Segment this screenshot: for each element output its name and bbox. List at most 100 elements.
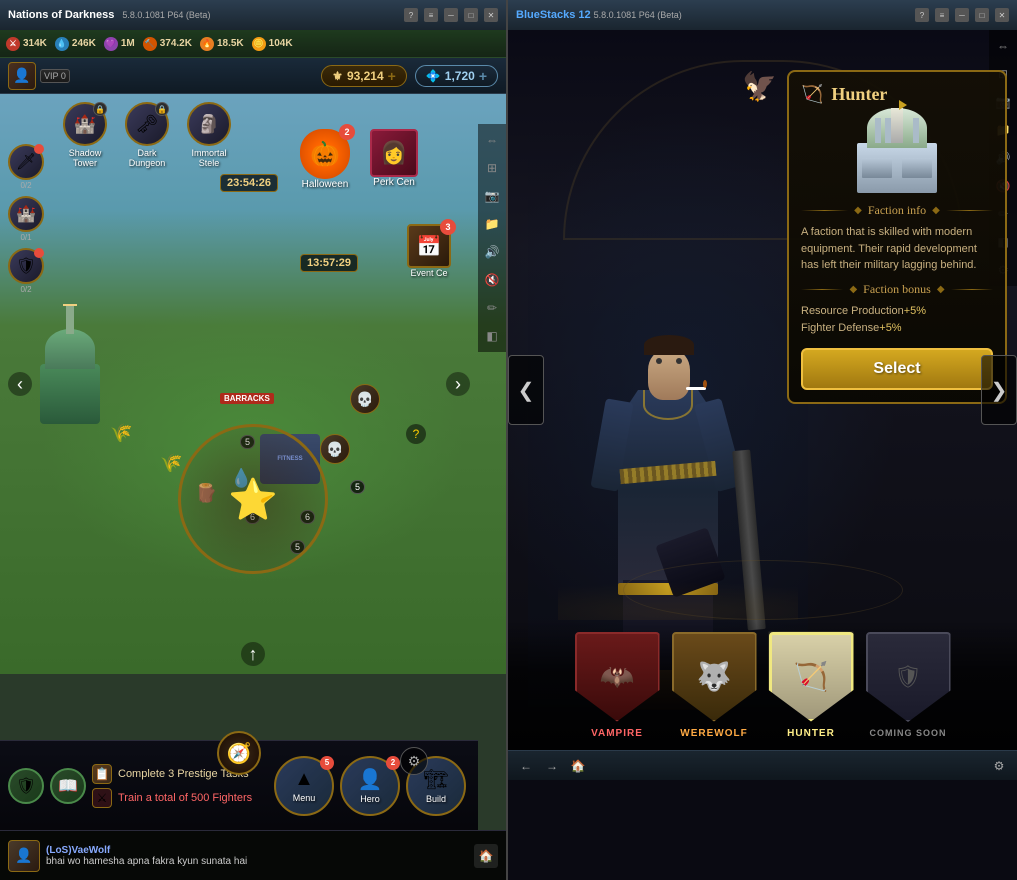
right-arrows-icon[interactable]: ⇔ (991, 34, 1015, 58)
book-nav-icon[interactable]: 📖 (50, 768, 86, 804)
home-icon-left[interactable]: 🏠 (474, 844, 498, 868)
menu-button[interactable]: ▲ Menu 5 (274, 756, 334, 816)
action-buttons: ▲ Menu 5 👤 Hero 2 🏗 Build (274, 756, 466, 816)
right-window-controls: ? ≡ ─ □ ✕ (915, 8, 1009, 22)
right-forward-nav[interactable]: → (542, 756, 562, 776)
diamond-plus-icon[interactable]: + (479, 68, 487, 84)
gold-plus-icon[interactable]: + (388, 68, 396, 84)
menu-btn-icon: ▲ (294, 768, 314, 791)
chat-avatar: 👤 (8, 840, 40, 872)
hero-button[interactable]: 👤 Hero 2 (340, 756, 400, 816)
church-cross (63, 304, 77, 306)
resource-food: 🔨 374.2K (143, 37, 192, 51)
game-map[interactable]: 🏰 🔒 Shadow Tower 🗝 🔒 Dark Dungeon 🗿 Immo… (0, 94, 506, 674)
right-settings-btn[interactable]: ⚙ (989, 756, 1009, 776)
immortal-stele-icon[interactable]: 🗿 Immortal Stele (184, 102, 234, 168)
player-avatar[interactable]: 👤 (8, 62, 36, 90)
halloween-label: Halloween (302, 179, 349, 190)
faction-info-text: A faction that is skilled with modern eq… (801, 224, 993, 274)
tool-folder-icon[interactable]: 📁 (480, 212, 504, 236)
building-tower (891, 108, 903, 143)
coin-icon: 🪙 (252, 37, 266, 51)
diamond-amount: 1,720 (445, 69, 475, 83)
tool-layer-icon[interactable]: ◧ (480, 324, 504, 348)
faction-building-image (801, 115, 993, 195)
chat-message: bhai wo hamesha apna fakra kyun sunata h… (46, 856, 468, 867)
nav-right-icon: ❯ (991, 378, 1008, 403)
right-minimize-icon[interactable]: ─ (955, 8, 969, 22)
side-icon-1[interactable]: 🗡 0/2 (8, 144, 44, 190)
side-counter-2: 0/1 (20, 233, 31, 242)
bottom-action-bar: 🛡 📖 📋 Complete 3 Prestige Tasks ⚔ Train … (0, 740, 478, 830)
faction-nav-right[interactable]: ❯ (981, 355, 1017, 425)
side-icon-3[interactable]: 🛡 0/2 (8, 248, 44, 294)
left-maximize-icon[interactable]: □ (464, 8, 478, 22)
building-wing-left (862, 158, 892, 178)
compass[interactable]: 🧭 (217, 731, 261, 775)
nav-left-icon: ❮ (518, 378, 535, 403)
bonus-2-label: Fighter Defense (801, 322, 879, 334)
church-tower (66, 304, 74, 334)
bluestacks-logo: BlueStacks 12 5.8.0.1081 P64 (Beta) (516, 9, 682, 21)
coming-soon-label: Coming soon (869, 728, 946, 738)
coin-value: 104K (269, 38, 293, 49)
tool-layout-icon[interactable]: ⊞ (480, 156, 504, 180)
shield-nav-icon[interactable]: 🛡 (8, 768, 44, 804)
hunter-shield[interactable]: 🏹 HUNTER (769, 632, 854, 739)
map-top-icons: 🏰 🔒 Shadow Tower 🗝 🔒 Dark Dungeon 🗿 Immo… (60, 102, 234, 168)
bonus-divider-line-right (951, 289, 993, 290)
right-back-nav[interactable]: ← (516, 756, 536, 776)
sword-icon: ⚔ (6, 37, 20, 51)
hunter-shield-shape: 🏹 (769, 632, 854, 722)
tool-pencil-icon[interactable]: ✏ (480, 296, 504, 320)
left-menu-icon[interactable]: ≡ (424, 8, 438, 22)
bonus-divider-icon-right: ◆ (937, 284, 945, 295)
left-minimize-icon[interactable]: ─ (444, 8, 458, 22)
faction-info-card: 🏹 Hunter (787, 70, 1007, 404)
gold-currency[interactable]: ⚜ 93,214 + (321, 65, 407, 87)
tool-arrows-icon[interactable]: ⇔ (480, 128, 504, 152)
question-event[interactable]: ? (406, 424, 426, 444)
water-icon: 💧 (55, 37, 69, 51)
perk-center-icon: 👩 (370, 129, 418, 177)
right-menu-icon[interactable]: ≡ (935, 8, 949, 22)
right-help-icon[interactable]: ? (915, 8, 929, 22)
halloween-event[interactable]: 🎃 2 Halloween (300, 129, 350, 190)
bonus-divider-icon-left: ◆ (849, 284, 857, 295)
right-window: BlueStacks 12 5.8.0.1081 P64 (Beta) ? ≡ … (508, 0, 1017, 880)
right-maximize-icon[interactable]: □ (975, 8, 989, 22)
shadow-tower-icon[interactable]: 🏰 🔒 Shadow Tower (60, 102, 110, 168)
vampire-shield[interactable]: 🦇 VAMPIRE (575, 632, 660, 739)
building-wing-right (902, 158, 932, 178)
diamond-currency[interactable]: 💠 1,720 + (415, 65, 498, 87)
wheat-resource-1[interactable]: 🌾 (110, 423, 132, 444)
side-icon-2[interactable]: 🏰 0/1 (8, 196, 44, 242)
map-nav-right[interactable]: › (446, 372, 470, 396)
quest-icon-1: 📋 (92, 764, 112, 784)
bottom-home-icons: 🏠 (474, 844, 498, 868)
char-right-eye (676, 358, 682, 364)
left-help-icon[interactable]: ? (404, 8, 418, 22)
quest-item-2: ⚔ Train a total of 500 Fighters (92, 788, 268, 808)
tool-mute-icon[interactable]: 🔇 (480, 268, 504, 292)
map-nav-left[interactable]: ‹ (8, 372, 32, 396)
vip-badge: VIP 0 (40, 69, 70, 83)
divider-icon-right: ◆ (932, 205, 940, 216)
map-timer-2: 13:57:29 (300, 254, 358, 272)
perk-center-event[interactable]: 👩 Perk Cen (370, 129, 418, 188)
tool-volume-icon[interactable]: 🔊 (480, 240, 504, 264)
werewolf-shield[interactable]: 🐺 WEREWOLF (672, 632, 757, 739)
settings-button-left[interactable]: ⚙ (400, 747, 428, 775)
faction-nav-left[interactable]: ❮ (508, 355, 544, 425)
event-center[interactable]: 📅 3 Event Ce (407, 224, 451, 278)
select-faction-button[interactable]: Select (801, 348, 993, 390)
left-close-icon[interactable]: ✕ (484, 8, 498, 22)
dark-dungeon-icon[interactable]: 🗝 🔒 Dark Dungeon (122, 102, 172, 168)
side-circle-1: 🗡 (8, 144, 44, 180)
right-close-icon[interactable]: ✕ (995, 8, 1009, 22)
right-app-subtitle: 5.8.0.1081 P64 (Beta) (594, 10, 682, 20)
right-home-nav[interactable]: 🏠 (568, 756, 588, 776)
build-btn-icon: 🏗 (423, 767, 448, 792)
map-nav-down[interactable]: ↑ (241, 642, 265, 666)
tool-camera-icon[interactable]: 📷 (480, 184, 504, 208)
